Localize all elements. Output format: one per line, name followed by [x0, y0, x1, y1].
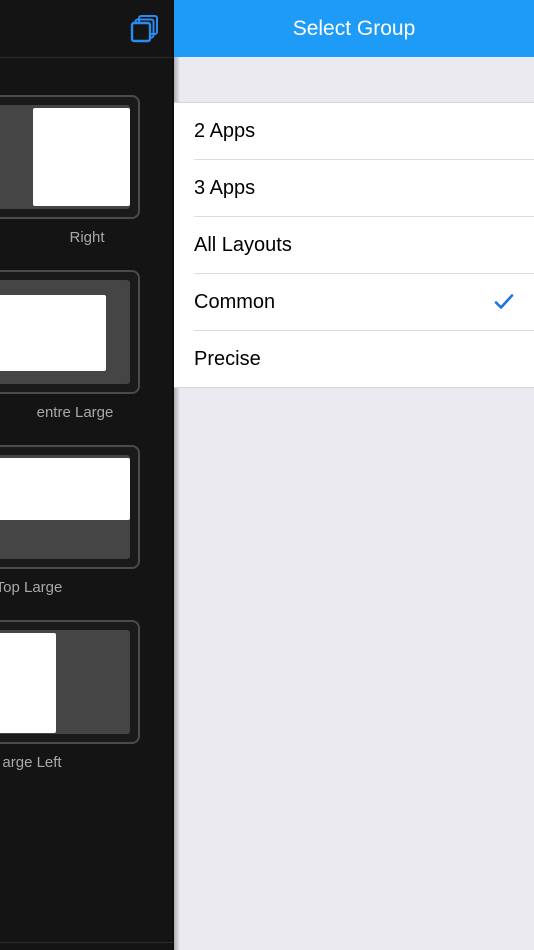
group-row-common[interactable]: Common	[194, 274, 534, 331]
layout-label: arge Left	[2, 754, 62, 771]
group-row-3-apps[interactable]: 3 Apps	[194, 160, 534, 217]
left-toolbar	[0, 0, 174, 58]
layout-preview	[0, 455, 130, 559]
layout-label: Right	[69, 229, 105, 246]
layout-card-large-left[interactable]	[0, 620, 140, 744]
group-label: All Layouts	[194, 233, 292, 256]
layout-preview-fill	[0, 633, 56, 733]
group-row-all-layouts[interactable]: All Layouts	[194, 217, 534, 274]
layout-preview	[0, 630, 130, 734]
layout-preview-fill	[0, 458, 130, 520]
layout-preview	[0, 105, 130, 209]
layout-label: entre Large	[36, 404, 114, 421]
layout-preview	[0, 280, 130, 384]
group-label: Precise	[194, 347, 261, 370]
group-row-2-apps[interactable]: 2 Apps	[194, 103, 534, 160]
checkmark-icon	[494, 292, 514, 312]
layout-preview-fill	[33, 108, 130, 206]
group-label: Common	[194, 290, 276, 313]
layout-card-top-large[interactable]	[0, 445, 140, 569]
layout-card-centre-large[interactable]	[0, 270, 140, 394]
layout-panel: Right entre Large Top Large arge Left	[0, 0, 174, 950]
group-label: 3 Apps	[194, 176, 256, 199]
group-row-precise[interactable]: Precise	[194, 331, 534, 387]
group-list: 2 Apps 3 Apps All Layouts Common Precise	[174, 102, 534, 388]
divider	[0, 942, 174, 943]
layout-card-right[interactable]	[0, 95, 140, 219]
stack-windows-icon[interactable]	[130, 14, 160, 44]
layout-preview-fill	[0, 295, 106, 371]
layout-label: Top Large	[0, 579, 63, 596]
group-label: 2 Apps	[194, 119, 256, 142]
popover-header: Select Group	[174, 0, 534, 57]
popover-title: Select Group	[292, 16, 416, 40]
